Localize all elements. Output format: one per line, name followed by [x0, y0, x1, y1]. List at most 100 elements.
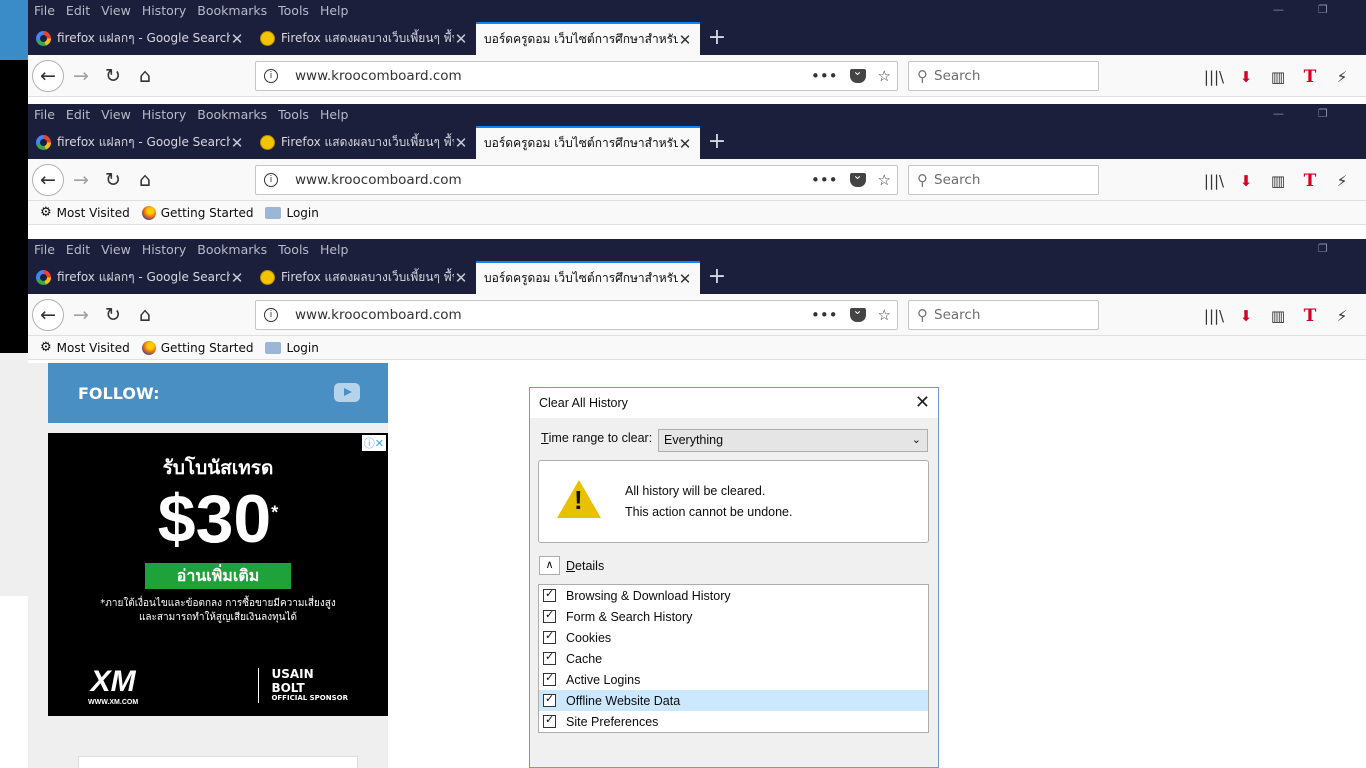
advertisement[interactable]: ⓘ✕ รับโบนัสเทรด $30* อ่านเพิ่มเติม *ภายใ…	[48, 433, 388, 716]
checkbox-icon[interactable]	[543, 671, 556, 686]
downloads-icon[interactable]: ⬇	[1230, 172, 1262, 190]
tab-kroocomboard[interactable]: บอร์ดครูดอม เว็บไซต์การศึกษาสำหรับครู ✕	[476, 126, 700, 159]
t-addon-icon[interactable]: T	[1294, 306, 1326, 326]
pocket-icon[interactable]	[849, 168, 866, 187]
search-bar[interactable]: ⚲ Search	[908, 61, 1099, 91]
home-button[interactable]: ⌂	[129, 299, 161, 331]
page-actions-icon[interactable]: •••	[811, 67, 838, 85]
back-button[interactable]: ←	[32, 60, 64, 92]
menu-history[interactable]: History	[142, 3, 186, 18]
tab-firefox-display[interactable]: Firefox แสดงผลบางเว็บเพี้ยนๆ พื้นฯ ✕	[252, 126, 476, 159]
info-icon[interactable]: i	[264, 69, 278, 83]
tab-close-button[interactable]: ✕	[678, 31, 692, 49]
tab-close-button[interactable]: ✕	[678, 270, 692, 288]
checkbox-icon[interactable]	[543, 650, 556, 665]
back-button[interactable]: ←	[32, 164, 64, 196]
tab-close-button[interactable]: ✕	[230, 134, 244, 152]
checkbox-site-preferences[interactable]: Site Preferences	[539, 711, 928, 732]
bookmark-login[interactable]: Login	[265, 206, 319, 220]
details-label[interactable]: Details	[566, 559, 604, 573]
menu-edit[interactable]: Edit	[66, 3, 90, 18]
forward-button[interactable]: →	[65, 60, 97, 92]
checkbox-icon[interactable]	[543, 713, 556, 728]
tab-close-button[interactable]: ✕	[230, 30, 244, 48]
home-button[interactable]: ⌂	[129, 60, 161, 92]
menu-edit[interactable]: Edit	[66, 242, 90, 257]
checkbox-offline-website-data[interactable]: Offline Website Data	[539, 690, 928, 711]
checkbox-icon[interactable]	[543, 629, 556, 644]
url-text[interactable]: www.kroocomboard.com	[295, 172, 799, 188]
tab-close-button[interactable]: ✕	[454, 30, 468, 48]
page-actions-icon[interactable]: •••	[811, 306, 838, 324]
tab-google-search[interactable]: firefox แฝลกๆ - Google Search ✕	[28, 126, 252, 159]
menu-bookmarks[interactable]: Bookmarks	[197, 107, 267, 122]
new-tab-button[interactable]: +	[700, 261, 734, 294]
menu-file[interactable]: File	[34, 3, 55, 18]
t-addon-icon[interactable]: T	[1294, 171, 1326, 191]
sidebar-icon[interactable]: ▥	[1262, 68, 1294, 86]
restore-button[interactable]: ❐	[1318, 3, 1328, 16]
menu-edit[interactable]: Edit	[66, 107, 90, 122]
checkbox-cookies[interactable]: Cookies	[539, 627, 928, 648]
forward-button[interactable]: →	[65, 299, 97, 331]
downloads-icon[interactable]: ⬇	[1230, 68, 1262, 86]
menu-tools[interactable]: Tools	[278, 107, 309, 122]
checkbox-active-logins[interactable]: Active Logins	[539, 669, 928, 690]
url-text[interactable]: www.kroocomboard.com	[295, 307, 799, 323]
info-icon[interactable]: i	[264, 308, 278, 322]
back-button[interactable]: ←	[32, 299, 64, 331]
menu-view[interactable]: View	[101, 3, 131, 18]
bookmark-getting-started[interactable]: Getting Started	[141, 340, 253, 355]
time-range-select[interactable]: Everything ⌄	[658, 429, 928, 452]
menu-help[interactable]: Help	[320, 242, 349, 257]
bookmark-star-icon[interactable]: ☆	[878, 171, 891, 189]
restore-button[interactable]: ❐	[1318, 242, 1328, 255]
tab-google-search[interactable]: firefox แฝลกๆ - Google Search ✕	[28, 261, 252, 294]
url-bar[interactable]: i www.kroocomboard.com ••• ☆	[255, 300, 898, 330]
ad-read-more-button[interactable]: อ่านเพิ่มเติม	[145, 563, 291, 589]
checkbox-form-search-history[interactable]: Form & Search History	[539, 606, 928, 627]
new-tab-button[interactable]: +	[700, 126, 734, 159]
new-tab-button[interactable]: +	[700, 22, 734, 55]
bookmark-getting-started[interactable]: Getting Started	[141, 205, 253, 220]
menu-file[interactable]: File	[34, 242, 55, 257]
bookmark-star-icon[interactable]: ☆	[878, 306, 891, 324]
tab-firefox-display[interactable]: Firefox แสดงผลบางเว็บเพี้ยนๆ พื้นฯ ✕	[252, 261, 476, 294]
youtube-icon[interactable]	[334, 383, 360, 402]
reload-button[interactable]: ↻	[97, 299, 129, 331]
checkbox-cache[interactable]: Cache	[539, 648, 928, 669]
menu-bookmarks[interactable]: Bookmarks	[197, 3, 267, 18]
bookmark-star-icon[interactable]: ☆	[878, 67, 891, 85]
page-actions-icon[interactable]: •••	[811, 171, 838, 189]
menu-tools[interactable]: Tools	[278, 3, 309, 18]
reload-button[interactable]: ↻	[97, 164, 129, 196]
menu-help[interactable]: Help	[320, 3, 349, 18]
tab-kroocomboard[interactable]: บอร์ดครูดอม เว็บไซต์การศึกษาสำหรับครู ✕	[476, 22, 700, 55]
flash-icon[interactable]: ⚡	[1326, 172, 1358, 190]
close-icon[interactable]: ✕	[915, 392, 930, 413]
tab-close-button[interactable]: ✕	[678, 135, 692, 153]
sidebar-icon[interactable]: ▥	[1262, 307, 1294, 325]
sidebar-icon[interactable]: ▥	[1262, 172, 1294, 190]
tab-firefox-display[interactable]: Firefox แสดงผลบางเว็บเพี้ยนๆ พื้นฯ ✕	[252, 22, 476, 55]
minimize-button[interactable]: —	[1273, 107, 1284, 120]
t-addon-icon[interactable]: T	[1294, 67, 1326, 87]
tab-close-button[interactable]: ✕	[454, 134, 468, 152]
downloads-icon[interactable]: ⬇	[1230, 307, 1262, 325]
pocket-icon[interactable]	[849, 64, 866, 83]
ad-choices-icon[interactable]: ⓘ✕	[361, 435, 386, 451]
menu-help[interactable]: Help	[320, 107, 349, 122]
menu-view[interactable]: View	[101, 242, 131, 257]
reload-button[interactable]: ↻	[97, 60, 129, 92]
tab-close-button[interactable]: ✕	[230, 269, 244, 287]
library-icon[interactable]: |||\	[1198, 68, 1230, 86]
menu-bookmarks[interactable]: Bookmarks	[197, 242, 267, 257]
library-icon[interactable]: |||\	[1198, 307, 1230, 325]
details-toggle-button[interactable]: ∧	[539, 556, 560, 575]
minimize-button[interactable]: —	[1273, 3, 1284, 16]
flash-icon[interactable]: ⚡	[1326, 68, 1358, 86]
menu-history[interactable]: History	[142, 242, 186, 257]
menu-history[interactable]: History	[142, 107, 186, 122]
tab-google-search[interactable]: firefox แฝลกๆ - Google Search ✕	[28, 22, 252, 55]
flash-icon[interactable]: ⚡	[1326, 307, 1358, 325]
